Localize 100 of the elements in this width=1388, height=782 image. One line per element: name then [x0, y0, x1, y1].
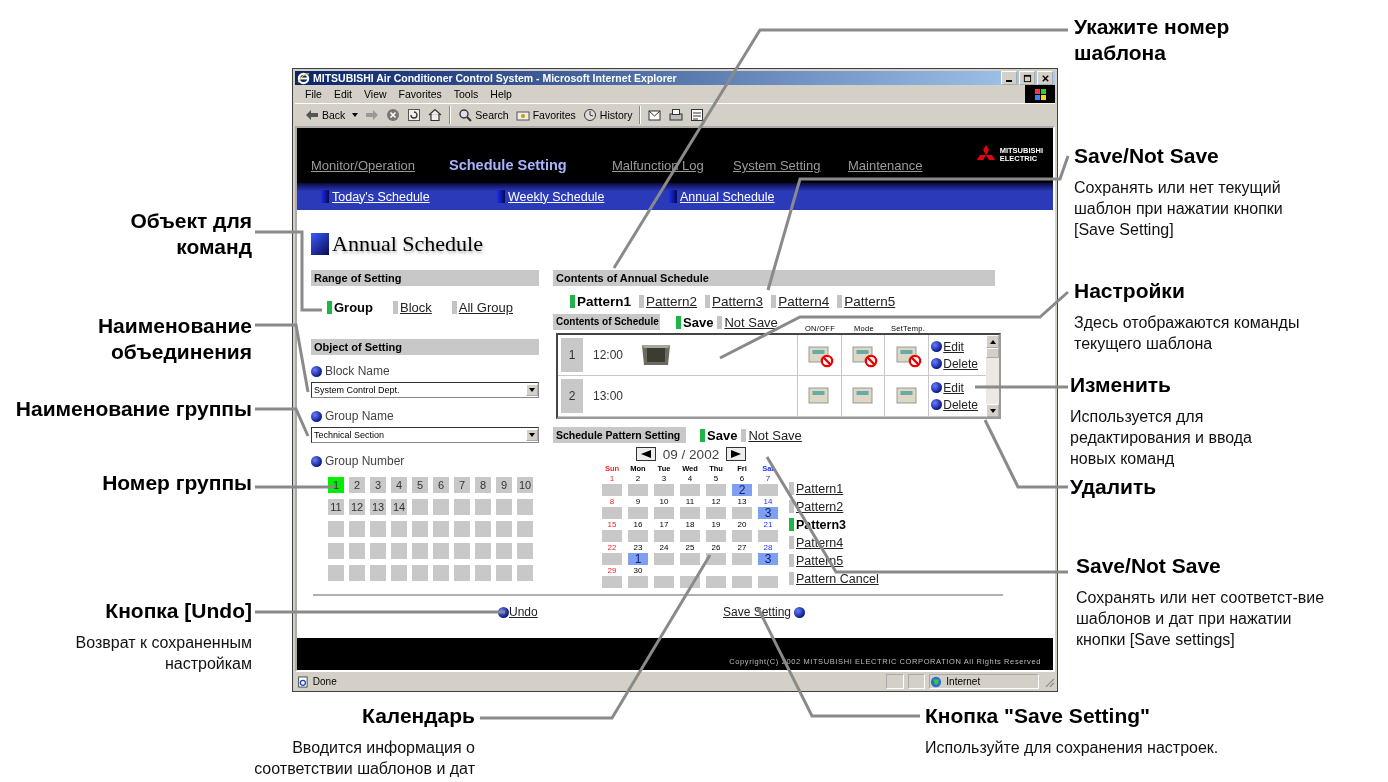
day-pattern-slot[interactable]: 3: [758, 507, 778, 519]
back-button[interactable]: Back: [305, 108, 359, 123]
menu-item[interactable]: File: [305, 88, 322, 101]
day-pattern-slot[interactable]: [680, 484, 700, 496]
home-icon[interactable]: [428, 108, 443, 123]
day-pattern-slot[interactable]: [602, 576, 622, 588]
forward-arrow-icon[interactable]: [365, 108, 380, 123]
row-action-link[interactable]: Edit: [943, 339, 964, 354]
row-action-link[interactable]: Edit: [943, 380, 964, 395]
empty-group-slot[interactable]: [349, 565, 365, 581]
pattern-option[interactable]: Pattern Cancel: [789, 570, 879, 587]
day-pattern-slot[interactable]: 2: [732, 484, 752, 496]
empty-group-slot[interactable]: [349, 521, 365, 537]
day-pattern-slot[interactable]: [758, 576, 778, 588]
day-pattern-slot[interactable]: [654, 484, 674, 496]
pattern-tab[interactable]: Pattern3: [705, 294, 764, 309]
day-pattern-slot[interactable]: 1: [628, 553, 648, 565]
empty-group-slot[interactable]: [328, 543, 344, 559]
empty-group-slot[interactable]: [433, 499, 449, 515]
empty-group-slot[interactable]: [496, 565, 512, 581]
scroll-thumb[interactable]: [986, 348, 999, 358]
empty-group-slot[interactable]: [412, 543, 428, 559]
pattern-option[interactable]: Pattern1: [789, 480, 879, 497]
block-name-dropdown[interactable]: System Control Dept.: [311, 382, 539, 398]
day-pattern-slot[interactable]: [654, 507, 674, 519]
group-number-button[interactable]: 3: [370, 477, 386, 493]
empty-group-slot[interactable]: [370, 565, 386, 581]
pattern-option[interactable]: Pattern2: [789, 498, 879, 515]
row-action-link[interactable]: Delete: [943, 397, 978, 412]
group-number-button[interactable]: 4: [391, 477, 407, 493]
subnav-link[interactable]: Annual Schedule: [669, 189, 829, 204]
empty-group-slot[interactable]: [454, 565, 470, 581]
range-option[interactable]: Group: [327, 300, 373, 315]
empty-group-slot[interactable]: [517, 565, 533, 581]
day-pattern-slot[interactable]: [602, 507, 622, 519]
save-option[interactable]: Save: [676, 314, 714, 330]
history-button[interactable]: History: [582, 108, 633, 123]
range-option[interactable]: All Group: [451, 300, 513, 315]
next-month-button[interactable]: [726, 447, 747, 461]
subnav-link[interactable]: Weekly Schedule: [497, 189, 669, 204]
group-number-button[interactable]: 6: [433, 477, 449, 493]
maximize-button[interactable]: [1019, 71, 1035, 86]
group-number-button[interactable]: 2: [349, 477, 365, 493]
pattern-option[interactable]: Pattern5: [789, 552, 879, 569]
day-pattern-slot[interactable]: [602, 553, 622, 565]
group-number-button[interactable]: 10: [517, 477, 533, 493]
stop-icon[interactable]: [386, 108, 401, 123]
empty-group-slot[interactable]: [370, 543, 386, 559]
minimize-button[interactable]: [1001, 71, 1017, 86]
save-option[interactable]: Not Save: [717, 314, 778, 330]
empty-group-slot[interactable]: [496, 499, 512, 515]
previous-month-button[interactable]: [635, 447, 656, 461]
empty-group-slot[interactable]: [370, 521, 386, 537]
empty-group-slot[interactable]: [475, 565, 491, 581]
search-button[interactable]: Search: [458, 108, 509, 123]
empty-group-slot[interactable]: [433, 521, 449, 537]
print-icon[interactable]: [669, 108, 684, 123]
undo-link[interactable]: Undo: [509, 605, 538, 619]
pattern-tab[interactable]: Pattern5: [837, 294, 896, 309]
group-number-button[interactable]: 8: [475, 477, 491, 493]
pattern-tab[interactable]: Pattern4: [771, 294, 830, 309]
empty-group-slot[interactable]: [475, 521, 491, 537]
remote-control-icon[interactable]: [895, 346, 922, 368]
day-pattern-slot[interactable]: [732, 553, 752, 565]
group-number-button[interactable]: 5: [412, 477, 428, 493]
scroll-up-button[interactable]: [986, 335, 999, 348]
day-pattern-slot[interactable]: [602, 530, 622, 542]
day-pattern-slot[interactable]: [680, 553, 700, 565]
refresh-icon[interactable]: [407, 108, 422, 123]
day-pattern-slot[interactable]: [706, 507, 726, 519]
day-pattern-slot[interactable]: [680, 507, 700, 519]
nav-tab[interactable]: System Setting: [733, 158, 848, 173]
group-number-button[interactable]: 14: [391, 499, 407, 515]
edit-page-icon[interactable]: [690, 108, 705, 123]
day-pattern-slot[interactable]: [680, 530, 700, 542]
save-option[interactable]: Not Save: [741, 427, 802, 443]
day-pattern-slot[interactable]: [654, 530, 674, 542]
empty-group-slot[interactable]: [328, 521, 344, 537]
empty-group-slot[interactable]: [349, 543, 365, 559]
empty-group-slot[interactable]: [412, 565, 428, 581]
scroll-down-button[interactable]: [986, 404, 999, 417]
empty-group-slot[interactable]: [517, 543, 533, 559]
save-setting-link[interactable]: Save Setting: [723, 605, 792, 619]
empty-group-slot[interactable]: [517, 521, 533, 537]
group-number-button[interactable]: 1: [328, 477, 344, 493]
day-pattern-slot[interactable]: 3: [758, 553, 778, 565]
empty-group-slot[interactable]: [328, 565, 344, 581]
group-name-dropdown[interactable]: Technical Section: [311, 427, 539, 443]
empty-group-slot[interactable]: [412, 521, 428, 537]
day-pattern-slot[interactable]: [732, 530, 752, 542]
pattern-option[interactable]: Pattern3: [789, 516, 879, 533]
day-pattern-slot[interactable]: [628, 507, 648, 519]
menu-item[interactable]: Help: [490, 88, 512, 101]
group-number-button[interactable]: 11: [328, 499, 344, 515]
empty-group-slot[interactable]: [412, 499, 428, 515]
row-action-link[interactable]: Delete: [943, 356, 978, 371]
empty-group-slot[interactable]: [454, 543, 470, 559]
remote-control-icon[interactable]: [808, 346, 835, 368]
empty-group-slot[interactable]: [391, 543, 407, 559]
empty-group-slot[interactable]: [475, 543, 491, 559]
